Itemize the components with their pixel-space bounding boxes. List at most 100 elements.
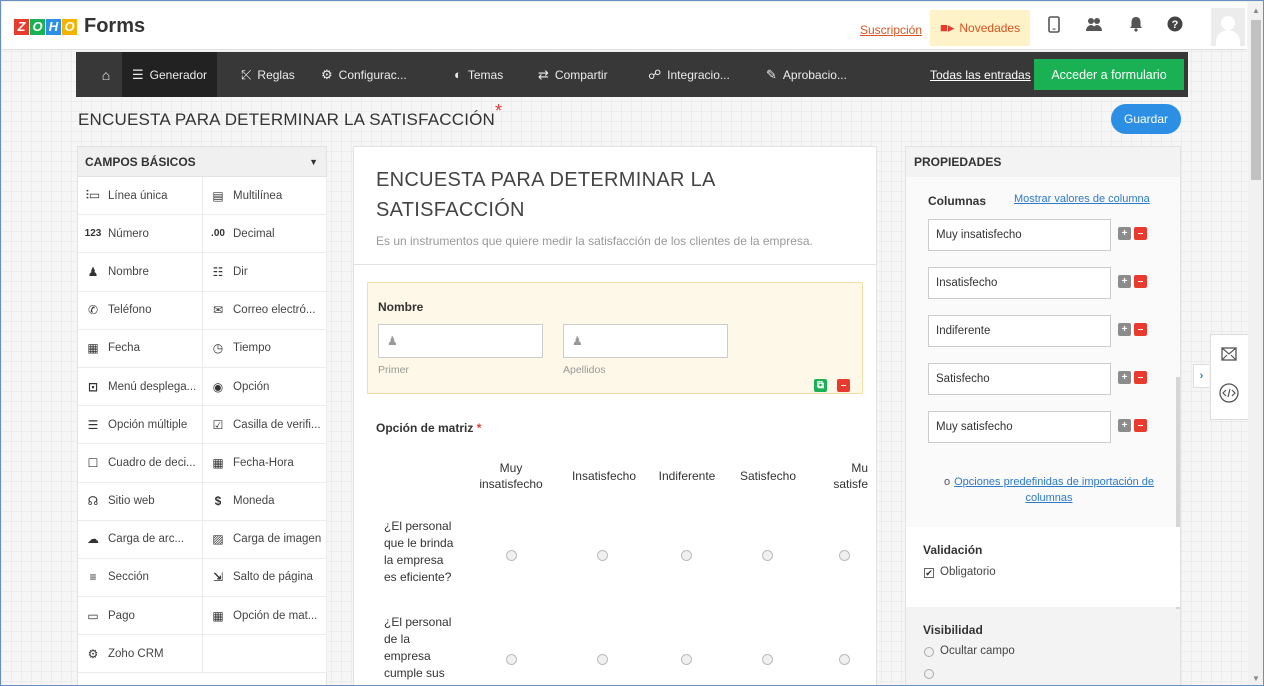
tab-aprobaciones[interactable]: ✎ Aprobacio... [766,52,847,97]
matrix-radio[interactable] [506,550,517,561]
matrix-radio[interactable] [681,654,692,665]
people-icon[interactable] [1084,16,1104,36]
field-type-item[interactable]: ☊ Sitio web [78,482,203,521]
column-value-input[interactable]: Muy insatisfecho [928,219,1111,251]
embed-code-icon[interactable] [1219,383,1239,406]
hide-field-radio[interactable] [924,647,934,657]
scroll-up-icon[interactable]: ▲ [1252,6,1260,15]
add-column-icon[interactable]: + [1118,323,1131,336]
last-name-input[interactable]: ♟ [563,324,728,358]
field-type-item[interactable]: ✆ Teléfono [78,291,203,330]
save-button[interactable]: Guardar [1111,104,1181,134]
field-type-item[interactable]: ◷ Tiempo [203,329,327,368]
field-type-item[interactable]: ☐ Cuadro de deci... [78,444,203,483]
required-checkbox[interactable]: ✔ [924,568,934,578]
show-column-values-link[interactable]: Mostrar valores de columna [1014,193,1150,205]
field-type-item[interactable]: ⫶▭ Línea única [78,177,203,216]
tab-generador[interactable]: ☰ Generador [122,52,218,97]
field-type-item[interactable]: ≡ Sección [78,558,203,598]
column-value-input[interactable]: Satisfecho [928,363,1111,395]
bell-icon[interactable] [1126,16,1146,36]
form-header[interactable]: ENCUESTA PARA DETERMINAR LA SATISFACCIÓN… [354,147,876,265]
matrix-field-label[interactable]: Opción de matriz * [376,421,481,435]
field-type-item[interactable]: ☷ Dir [203,253,327,292]
field-type-item[interactable]: ▨ Carga de imagen [203,520,327,559]
column-value-input[interactable]: Muy satisfecho [928,411,1111,443]
matrix-radio[interactable] [506,654,517,665]
remove-column-icon[interactable]: – [1134,227,1147,240]
access-form-button[interactable]: Acceder a formulario [1034,59,1184,90]
help-icon[interactable]: ? [1165,16,1185,36]
zoho-logo[interactable]: Z O H O Forms [14,15,145,38]
import-columns-link[interactable]: o Opciones predefinidas de importación de… [930,474,1168,506]
news-button[interactable]: ■▸ Novedades [930,10,1030,46]
tab-temas[interactable]: ◐ Temas [454,52,503,97]
visibility-radio[interactable] [924,669,934,679]
matrix-radio[interactable] [839,550,850,561]
scroll-down-icon[interactable]: ▼ [1252,674,1260,683]
page-scrollbar[interactable]: ▲ ▼ [1248,2,1263,685]
question-line: empresa [384,649,431,663]
news-label: Novedades [959,21,1021,35]
field-type-item[interactable]: $ Moneda [203,482,327,521]
mobile-icon[interactable] [1044,16,1064,36]
add-column-icon[interactable]: + [1118,419,1131,432]
field-type-item[interactable]: ⇲ Salto de página [203,558,327,598]
last-name-sublabel: Apellidos [563,364,606,376]
field-type-item[interactable]: 123 Número [78,215,203,254]
field-type-item[interactable]: ◉ Opción [203,367,327,407]
matrix-radio[interactable] [762,550,773,561]
avatar[interactable] [1211,8,1245,46]
remove-column-icon[interactable]: – [1134,275,1147,288]
multiple-choice-icon: ☰ [87,417,99,432]
basic-fields-header[interactable]: CAMPOS BÁSICOS ▼ [78,147,326,177]
matrix-radio[interactable] [681,550,692,561]
field-type-item[interactable]: ⚙ Zoho CRM [78,635,203,674]
matrix-radio[interactable] [597,654,608,665]
form-description: Es un instrumentos que quiere medir la s… [376,234,813,248]
field-type-item[interactable]: .00 Decimal [203,215,327,254]
field-type-item[interactable]: ▭ Pago [78,597,203,636]
home-button[interactable]: ⌂ [92,52,120,97]
matrix-radio[interactable] [762,654,773,665]
scrollbar-thumb[interactable] [1251,20,1261,180]
chevron-right-icon[interactable]: › [1193,364,1209,388]
matrix-radio[interactable] [597,550,608,561]
add-column-icon[interactable]: + [1118,227,1131,240]
add-column-icon[interactable]: + [1118,275,1131,288]
remove-column-icon[interactable]: – [1134,419,1147,432]
required-star: * [476,421,482,435]
field-type-item[interactable]: ▦ Fecha [78,329,203,368]
column-value-input[interactable]: Insatisfecho [928,267,1111,299]
delete-field-icon[interactable]: – [837,379,850,392]
remove-column-icon[interactable]: – [1134,371,1147,384]
first-name-input[interactable]: ♟ [378,324,543,358]
field-type-item[interactable]: ☑ Casilla de verifi... [203,406,327,445]
dropdown-icon: ⊡ [87,379,99,394]
duplicate-field-icon[interactable]: ⧉ [814,379,827,392]
column-value-input[interactable]: Indiferente [928,315,1111,347]
field-type-item[interactable]: ☰ Opción múltiple [78,406,203,445]
all-entries-link[interactable]: Todas las entradas [930,52,1031,97]
tab-compartir[interactable]: ⇄ Compartir [538,52,608,97]
field-type-item[interactable]: ☁ Carga de arc... [78,520,203,559]
page-title[interactable]: ENCUESTA PARA DETERMINAR LA SATISFACCIÓN… [78,101,502,130]
field-type-item[interactable]: ♟ Nombre [78,253,203,292]
mail-icon[interactable] [1221,347,1237,364]
tab-integraciones[interactable]: ☍ Integracio... [648,52,730,97]
tab-reglas[interactable]: ⤪ Reglas [241,52,295,97]
subscription-link[interactable]: Suscripción [860,23,922,37]
add-column-icon[interactable]: + [1118,371,1131,384]
name-field[interactable]: Nombre ♟ Primer ♟ Apellidos ⧉ – [367,282,863,394]
tab-configuracion[interactable]: ⚙ Configurac... [321,52,407,97]
matrix-radio[interactable] [839,654,850,665]
field-type-item[interactable]: ▤ Multilínea [203,177,327,216]
remove-column-icon[interactable]: – [1134,323,1147,336]
datetime-icon: ▦ [212,455,224,470]
field-type-item[interactable]: ✉ Correo electró... [203,291,327,330]
field-type-item[interactable]: ▦ Opción de mat... [203,597,327,636]
app-name: Forms [84,15,146,37]
field-type-item[interactable]: ⊡ Menú desplega... [78,367,203,407]
field-type-item[interactable]: ▦ Fecha-Hora [203,444,327,483]
field-type-label: Número [108,227,149,240]
